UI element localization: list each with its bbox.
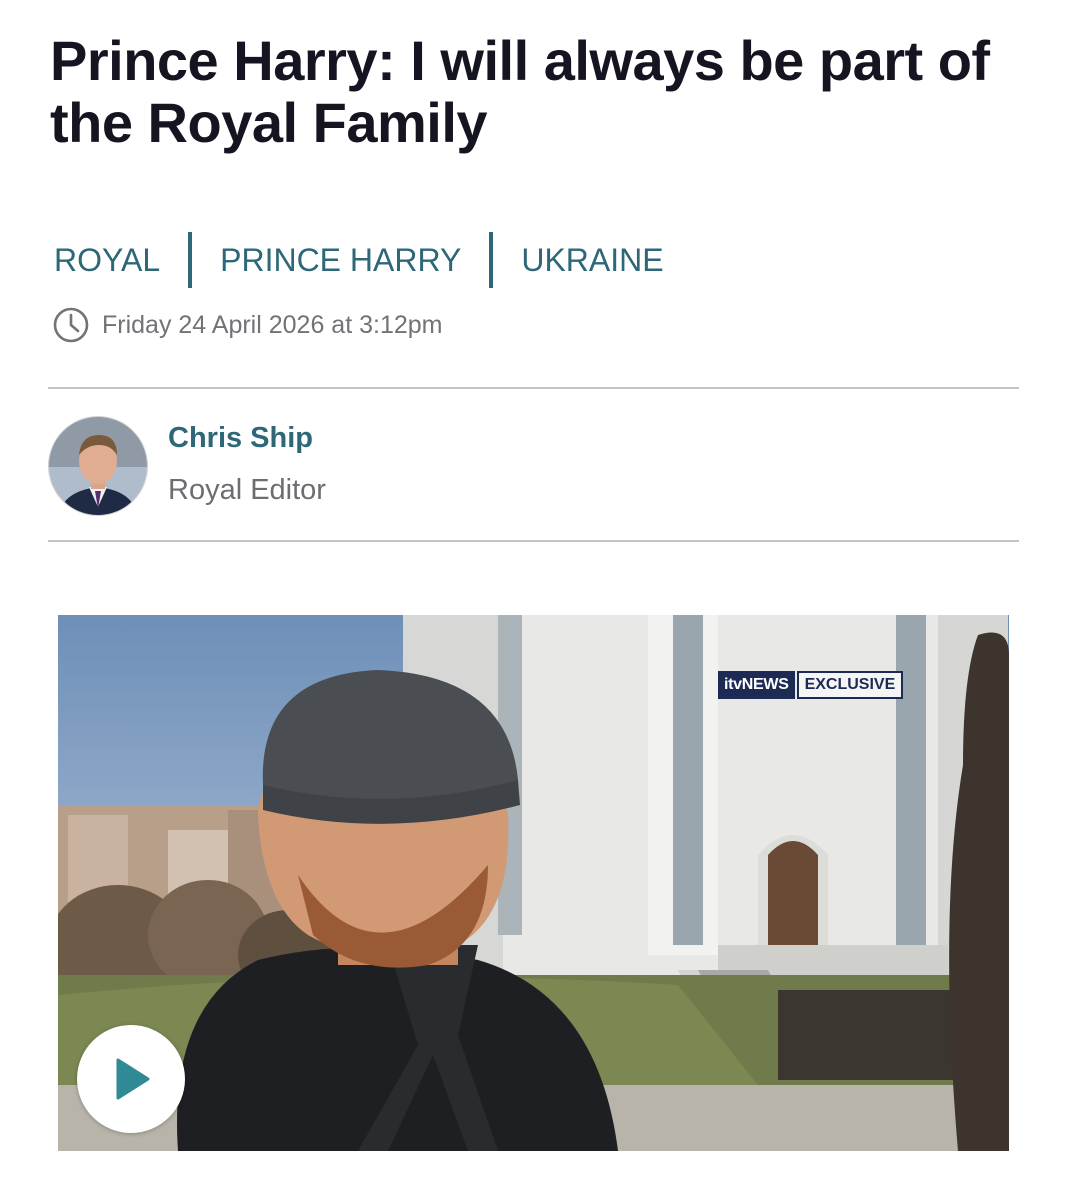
tag-separator	[489, 232, 494, 288]
itv-news-logo: itvNEWS	[718, 671, 795, 699]
clock-icon	[52, 306, 90, 344]
play-button[interactable]	[77, 1025, 185, 1133]
video-player[interactable]: itvNEWS EXCLUSIVE	[58, 615, 1009, 1151]
author-role: Royal Editor	[168, 474, 326, 506]
divider	[48, 540, 1019, 542]
tag-ukraine[interactable]: UKRAINE	[521, 242, 663, 279]
news-badge: itvNEWS EXCLUSIVE	[718, 671, 904, 699]
divider	[48, 387, 1019, 389]
author-name[interactable]: Chris Ship	[168, 422, 313, 455]
exclusive-label: EXCLUSIVE	[796, 671, 904, 699]
tag-list: ROYAL PRINCE HARRY UKRAINE	[54, 232, 664, 288]
tag-prince-harry[interactable]: PRINCE HARRY	[220, 242, 461, 279]
play-icon	[116, 1058, 150, 1100]
author-avatar[interactable]	[48, 416, 148, 516]
tag-separator	[188, 232, 193, 288]
tag-royal[interactable]: ROYAL	[54, 242, 160, 279]
timestamp-text: Friday 24 April 2026 at 3:12pm	[102, 310, 443, 339]
publish-timestamp: Friday 24 April 2026 at 3:12pm	[52, 306, 442, 344]
headline: Prince Harry: I will always be part of t…	[50, 29, 990, 154]
